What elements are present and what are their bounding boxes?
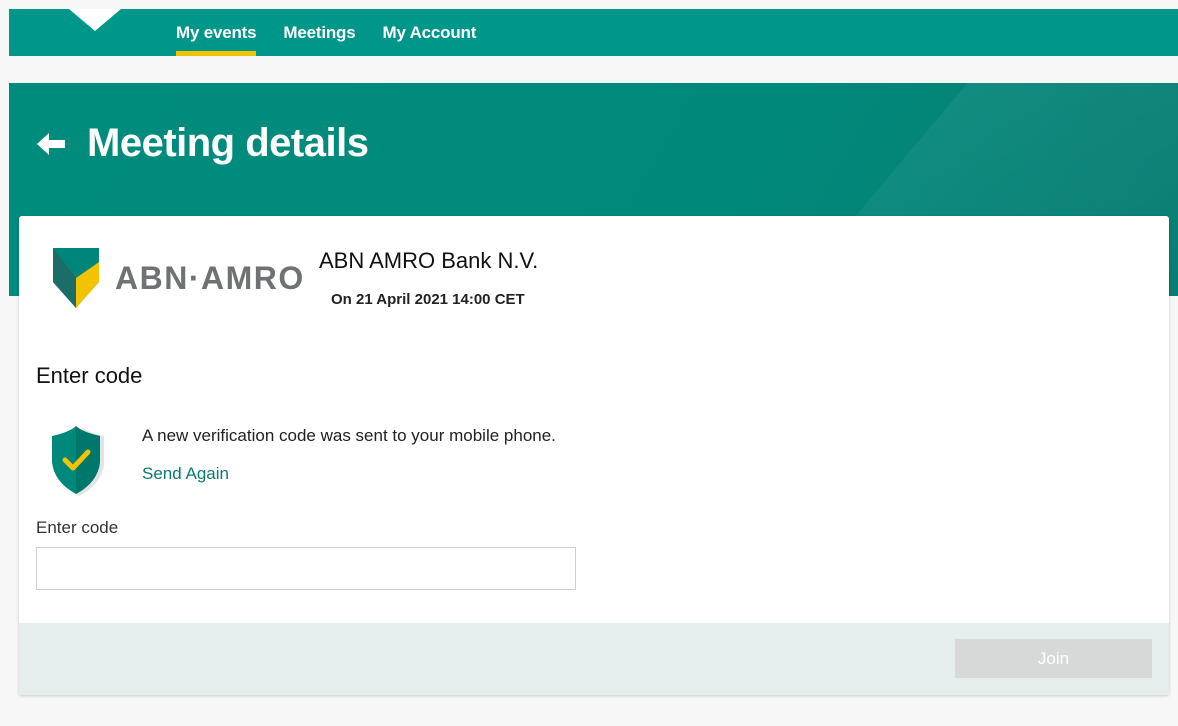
company-logo: ABN·AMRO bbox=[53, 248, 305, 308]
page-title: Meeting details bbox=[87, 121, 369, 165]
logo-wordmark: ABN·AMRO bbox=[115, 259, 305, 296]
nav-item-meetings[interactable]: Meetings bbox=[283, 9, 355, 56]
section-title: Enter code bbox=[36, 363, 143, 388]
company-name: ABN AMRO Bank N.V. bbox=[319, 248, 539, 273]
shield-check-icon bbox=[52, 426, 104, 496]
top-navigation-bar: My events Meetings My Account bbox=[9, 9, 1178, 56]
abn-amro-shield-icon bbox=[53, 248, 99, 308]
main-nav: My events Meetings My Account bbox=[176, 9, 503, 56]
verification-notice: A new verification code was sent to your… bbox=[142, 426, 556, 445]
send-again-link[interactable]: Send Again bbox=[142, 464, 229, 484]
code-label: Enter code bbox=[36, 518, 119, 537]
meeting-datetime: On 21 April 2021 14:00 CET bbox=[331, 291, 525, 308]
meeting-card: ABN·AMRO ABN AMRO Bank N.V. On 21 April … bbox=[19, 216, 1169, 695]
arrow-left-icon[interactable] bbox=[33, 126, 69, 162]
join-button[interactable]: Join bbox=[955, 639, 1152, 678]
page-title-row: Meeting details bbox=[33, 121, 369, 166]
nav-notch bbox=[69, 9, 121, 31]
code-input[interactable] bbox=[36, 547, 576, 590]
nav-item-my-events[interactable]: My events bbox=[176, 9, 257, 56]
nav-item-my-account[interactable]: My Account bbox=[382, 9, 476, 56]
card-footer: Join bbox=[19, 623, 1169, 695]
